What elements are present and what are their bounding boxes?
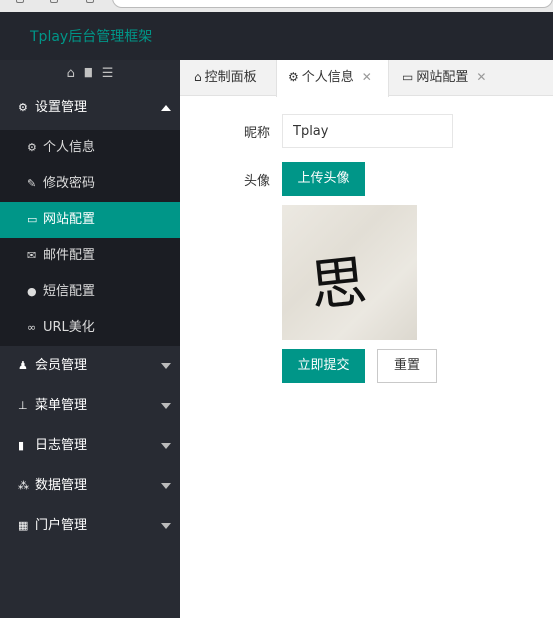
settings-submenu: ⚙ 个人信息 ✎ 修改密码 ▭ 网站配置 ✉ 邮件配置 ● 短信配置 ∞ URL美化 [0, 130, 180, 346]
chevron-down-icon [161, 483, 171, 489]
nav-password[interactable]: ✎ 修改密码 [0, 166, 180, 202]
upload-avatar-button[interactable]: 上传头像 [282, 162, 365, 196]
app-logo[interactable]: Tplay后台管理框架 [30, 26, 152, 46]
nav-data[interactable]: ⁂ 数据管理 [0, 466, 180, 506]
tab-profile-label: 个人信息 [301, 70, 354, 85]
nav-members-label: 会员管理 [35, 358, 88, 373]
nav-site-config-label: 网站配置 [43, 212, 96, 227]
avatar-calligraphy: 思 [307, 249, 370, 320]
cubes-icon: ⁂ [18, 479, 29, 492]
nickname-label: 昵称 [244, 126, 271, 141]
tab-site-config[interactable]: ▭ 网站配置 ✕ [402, 60, 486, 96]
home-outline-icon: ⌂ [194, 70, 202, 84]
trash-icon[interactable]: ▇ [85, 68, 92, 78]
tab-dashboard-label: 控制面板 [204, 70, 257, 85]
gear-icon: ⚙ [27, 141, 37, 154]
nav-logs-label: 日志管理 [35, 438, 88, 453]
desktop-icon: ▭ [402, 70, 414, 84]
nav-site-config[interactable]: ▭ 网站配置 [0, 202, 180, 238]
sitemap-icon: ⊥ [18, 399, 28, 412]
nav-menus[interactable]: ⊥ 菜单管理 [0, 386, 180, 426]
avatar-preview: 思 [282, 205, 417, 340]
nav-data-label: 数据管理 [35, 478, 88, 493]
back-icon[interactable] [16, 0, 24, 3]
browser-toolbar [0, 0, 553, 12]
edit-icon: ✎ [27, 177, 37, 190]
tab-dashboard[interactable]: ⌂ 控制面板 [194, 60, 257, 96]
nav-settings-label: 设置管理 [35, 100, 88, 115]
nav-mail-config-label: 邮件配置 [43, 248, 96, 263]
top-header: Tplay后台管理框架 [0, 12, 553, 60]
close-icon[interactable]: ✕ [362, 60, 372, 94]
gears-icon: ⚙ [18, 101, 28, 114]
close-icon[interactable]: ✕ [476, 60, 486, 94]
nav-url-rewrite[interactable]: ∞ URL美化 [0, 310, 180, 346]
tab-profile[interactable]: ⚙ 个人信息 ✕ [276, 60, 389, 97]
grid-icon: ▦ [18, 519, 29, 532]
menu-icon[interactable]: ☰ [102, 66, 114, 81]
chevron-up-icon [161, 105, 171, 111]
nav-profile[interactable]: ⚙ 个人信息 [0, 130, 180, 166]
desktop-icon: ▭ [27, 213, 38, 226]
content-area: 昵称 头像 上传头像 思 立即提交 重置 [182, 97, 553, 618]
tab-bar: ⌂ 控制面板 ⚙ 个人信息 ✕ ▭ 网站配置 ✕ [180, 60, 553, 97]
nav-logs[interactable]: ▮ 日志管理 [0, 426, 180, 466]
reset-button[interactable]: 重置 [377, 349, 437, 383]
nav-mail-config[interactable]: ✉ 邮件配置 [0, 238, 180, 274]
gear-icon: ⚙ [288, 70, 299, 84]
comment-icon: ● [27, 285, 37, 298]
nav-settings[interactable]: ⚙ 设置管理 [0, 86, 180, 130]
tab-site-config-label: 网站配置 [416, 70, 469, 85]
nav-portal[interactable]: ▦ 门户管理 [0, 506, 180, 546]
forward-icon[interactable] [50, 0, 58, 3]
envelope-icon: ✉ [27, 249, 37, 262]
submit-button[interactable]: 立即提交 [282, 349, 365, 383]
home-icon[interactable]: ⌂ [67, 66, 75, 81]
nav-menus-label: 菜单管理 [35, 398, 88, 413]
book-icon: ▮ [18, 439, 25, 452]
nav-sms-config[interactable]: ● 短信配置 [0, 274, 180, 310]
nav-password-label: 修改密码 [43, 176, 96, 191]
nav-url-rewrite-label: URL美化 [43, 320, 95, 335]
chevron-down-icon [161, 443, 171, 449]
chevron-down-icon [161, 403, 171, 409]
reload-icon[interactable] [86, 0, 94, 3]
sidebar-toolbar: ⌂ ▇ ☰ [0, 60, 180, 86]
nickname-input[interactable] [282, 114, 453, 148]
chevron-down-icon [161, 363, 171, 369]
link-icon: ∞ [27, 321, 37, 334]
address-bar[interactable] [112, 0, 553, 8]
sidebar: ⌂ ▇ ☰ ⚙ 设置管理 ⚙ 个人信息 ✎ 修改密码 ▭ 网站配置 ✉ 邮件配置 ● 短信配… [0, 60, 180, 618]
nav-profile-label: 个人信息 [43, 140, 96, 155]
avatar-label: 头像 [244, 174, 271, 189]
nav-portal-label: 门户管理 [35, 518, 88, 533]
user-icon: ♟ [18, 359, 28, 372]
nav-sms-config-label: 短信配置 [43, 284, 96, 299]
chevron-down-icon [161, 523, 171, 529]
nav-members[interactable]: ♟ 会员管理 [0, 346, 180, 386]
